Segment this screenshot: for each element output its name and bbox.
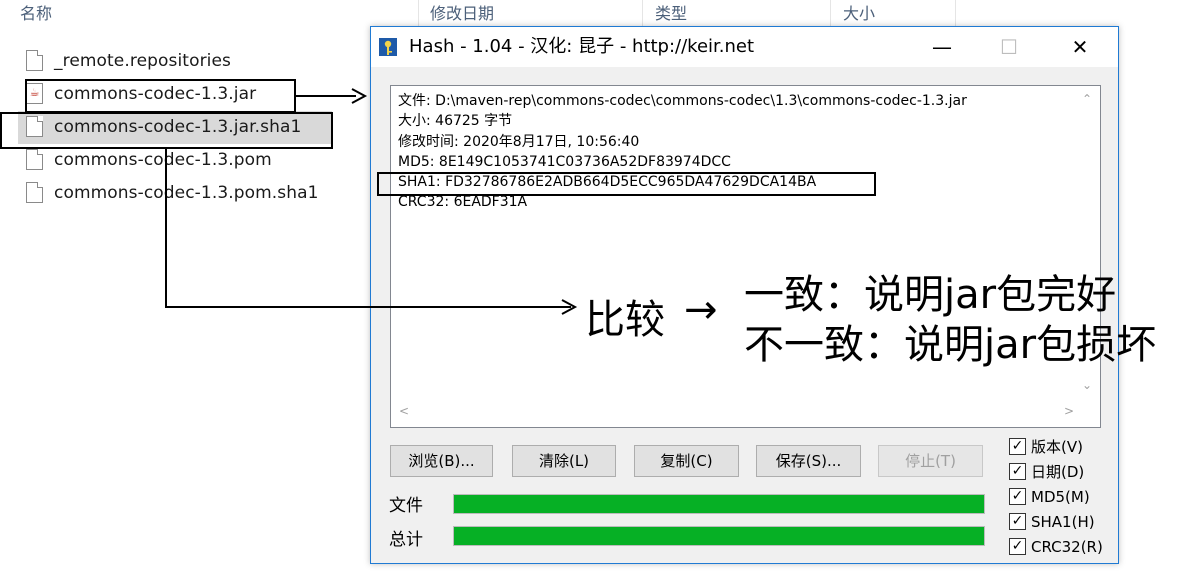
checkbox[interactable]: ✓ <box>1009 463 1026 480</box>
file-row[interactable]: commons-codec-1.3.pom.sha1 <box>18 177 332 210</box>
arrow-head-icon <box>561 299 578 315</box>
maximize-button[interactable]: ☐ <box>986 27 1032 67</box>
file-icon <box>26 149 43 170</box>
hash-output-area[interactable]: 文件: D:\maven-rep\commons-codec\commons-c… <box>390 85 1101 428</box>
checkbox-label: 日期(D) <box>1031 463 1085 481</box>
file-name: commons-codec-1.3.pom.sha1 <box>54 183 319 203</box>
progress-fill <box>454 495 984 513</box>
connector-horizontal <box>165 306 571 308</box>
connector-vertical <box>165 148 167 308</box>
file-name: _remote.repositories <box>54 51 232 71</box>
sha1-value-highlight-box <box>377 172 876 196</box>
title-bar[interactable]: Hash - 1.04 - 汉化: 昆子 - http://keir.net —… <box>371 27 1118 67</box>
output-line-modified: 修改时间: 2020年8月17日, 10:56:40 <box>398 133 640 150</box>
progress-bar-file <box>453 494 985 514</box>
scroll-left-arrow[interactable]: < <box>399 404 409 418</box>
scroll-up-arrow[interactable]: ⌃ <box>1082 92 1092 106</box>
close-button[interactable]: ✕ <box>1057 27 1103 67</box>
output-line-file: 文件: D:\maven-rep\commons-codec\commons-c… <box>398 93 967 109</box>
file-icon <box>26 50 43 71</box>
checkbox[interactable]: ✓ <box>1009 438 1026 455</box>
arrow-line <box>296 95 356 97</box>
progress-label-total: 总计 <box>389 530 423 550</box>
compare-label: 比较 <box>585 297 665 343</box>
mismatch-result-text: 不一致：说明jar包损坏 <box>744 322 1157 368</box>
result-arrow: → <box>684 287 718 333</box>
checkbox-label: CRC32(R) <box>1031 538 1103 556</box>
column-header-modified[interactable]: 修改日期 <box>430 0 494 28</box>
scroll-down-arrow[interactable]: ⌄ <box>1082 378 1092 392</box>
file-row[interactable]: _remote.repositories <box>18 45 332 78</box>
clear-button[interactable]: 清除(L) <box>512 445 616 477</box>
key-icon <box>379 38 397 56</box>
scroll-right-arrow[interactable]: > <box>1064 404 1074 418</box>
checkbox[interactable]: ✓ <box>1009 538 1026 555</box>
checkbox[interactable]: ✓ <box>1009 513 1026 530</box>
column-header-size[interactable]: 大小 <box>843 0 875 28</box>
checkbox[interactable]: ✓ <box>1009 488 1026 505</box>
save-button[interactable]: 保存(S)... <box>756 445 861 477</box>
browse-button[interactable]: 浏览(B)... <box>390 445 493 477</box>
copy-button[interactable]: 复制(C) <box>634 445 739 477</box>
window-title: Hash - 1.04 - 汉化: 昆子 - http://keir.net <box>409 36 755 57</box>
column-header-name[interactable]: 名称 <box>20 0 52 28</box>
progress-label-file: 文件 <box>389 496 423 516</box>
stop-button[interactable]: 停止(T) <box>878 445 983 477</box>
minimize-button[interactable]: — <box>919 27 965 67</box>
arrow-head-icon <box>351 88 368 104</box>
jar-highlight-box <box>25 79 296 113</box>
progress-bar-total <box>453 526 985 546</box>
checkbox-label: SHA1(H) <box>1031 513 1095 531</box>
output-line-md5: MD5: 8E149C1053741C03736A52DF83974DCC <box>398 153 731 170</box>
column-header-type[interactable]: 类型 <box>655 0 687 28</box>
output-line-size: 大小: 46725 字节 <box>398 113 513 130</box>
file-icon <box>26 182 43 203</box>
checkbox-label: 版本(V) <box>1031 438 1083 456</box>
sha1-file-highlight-box <box>0 112 333 149</box>
progress-fill <box>454 527 984 545</box>
checkbox-label: MD5(M) <box>1031 488 1090 506</box>
